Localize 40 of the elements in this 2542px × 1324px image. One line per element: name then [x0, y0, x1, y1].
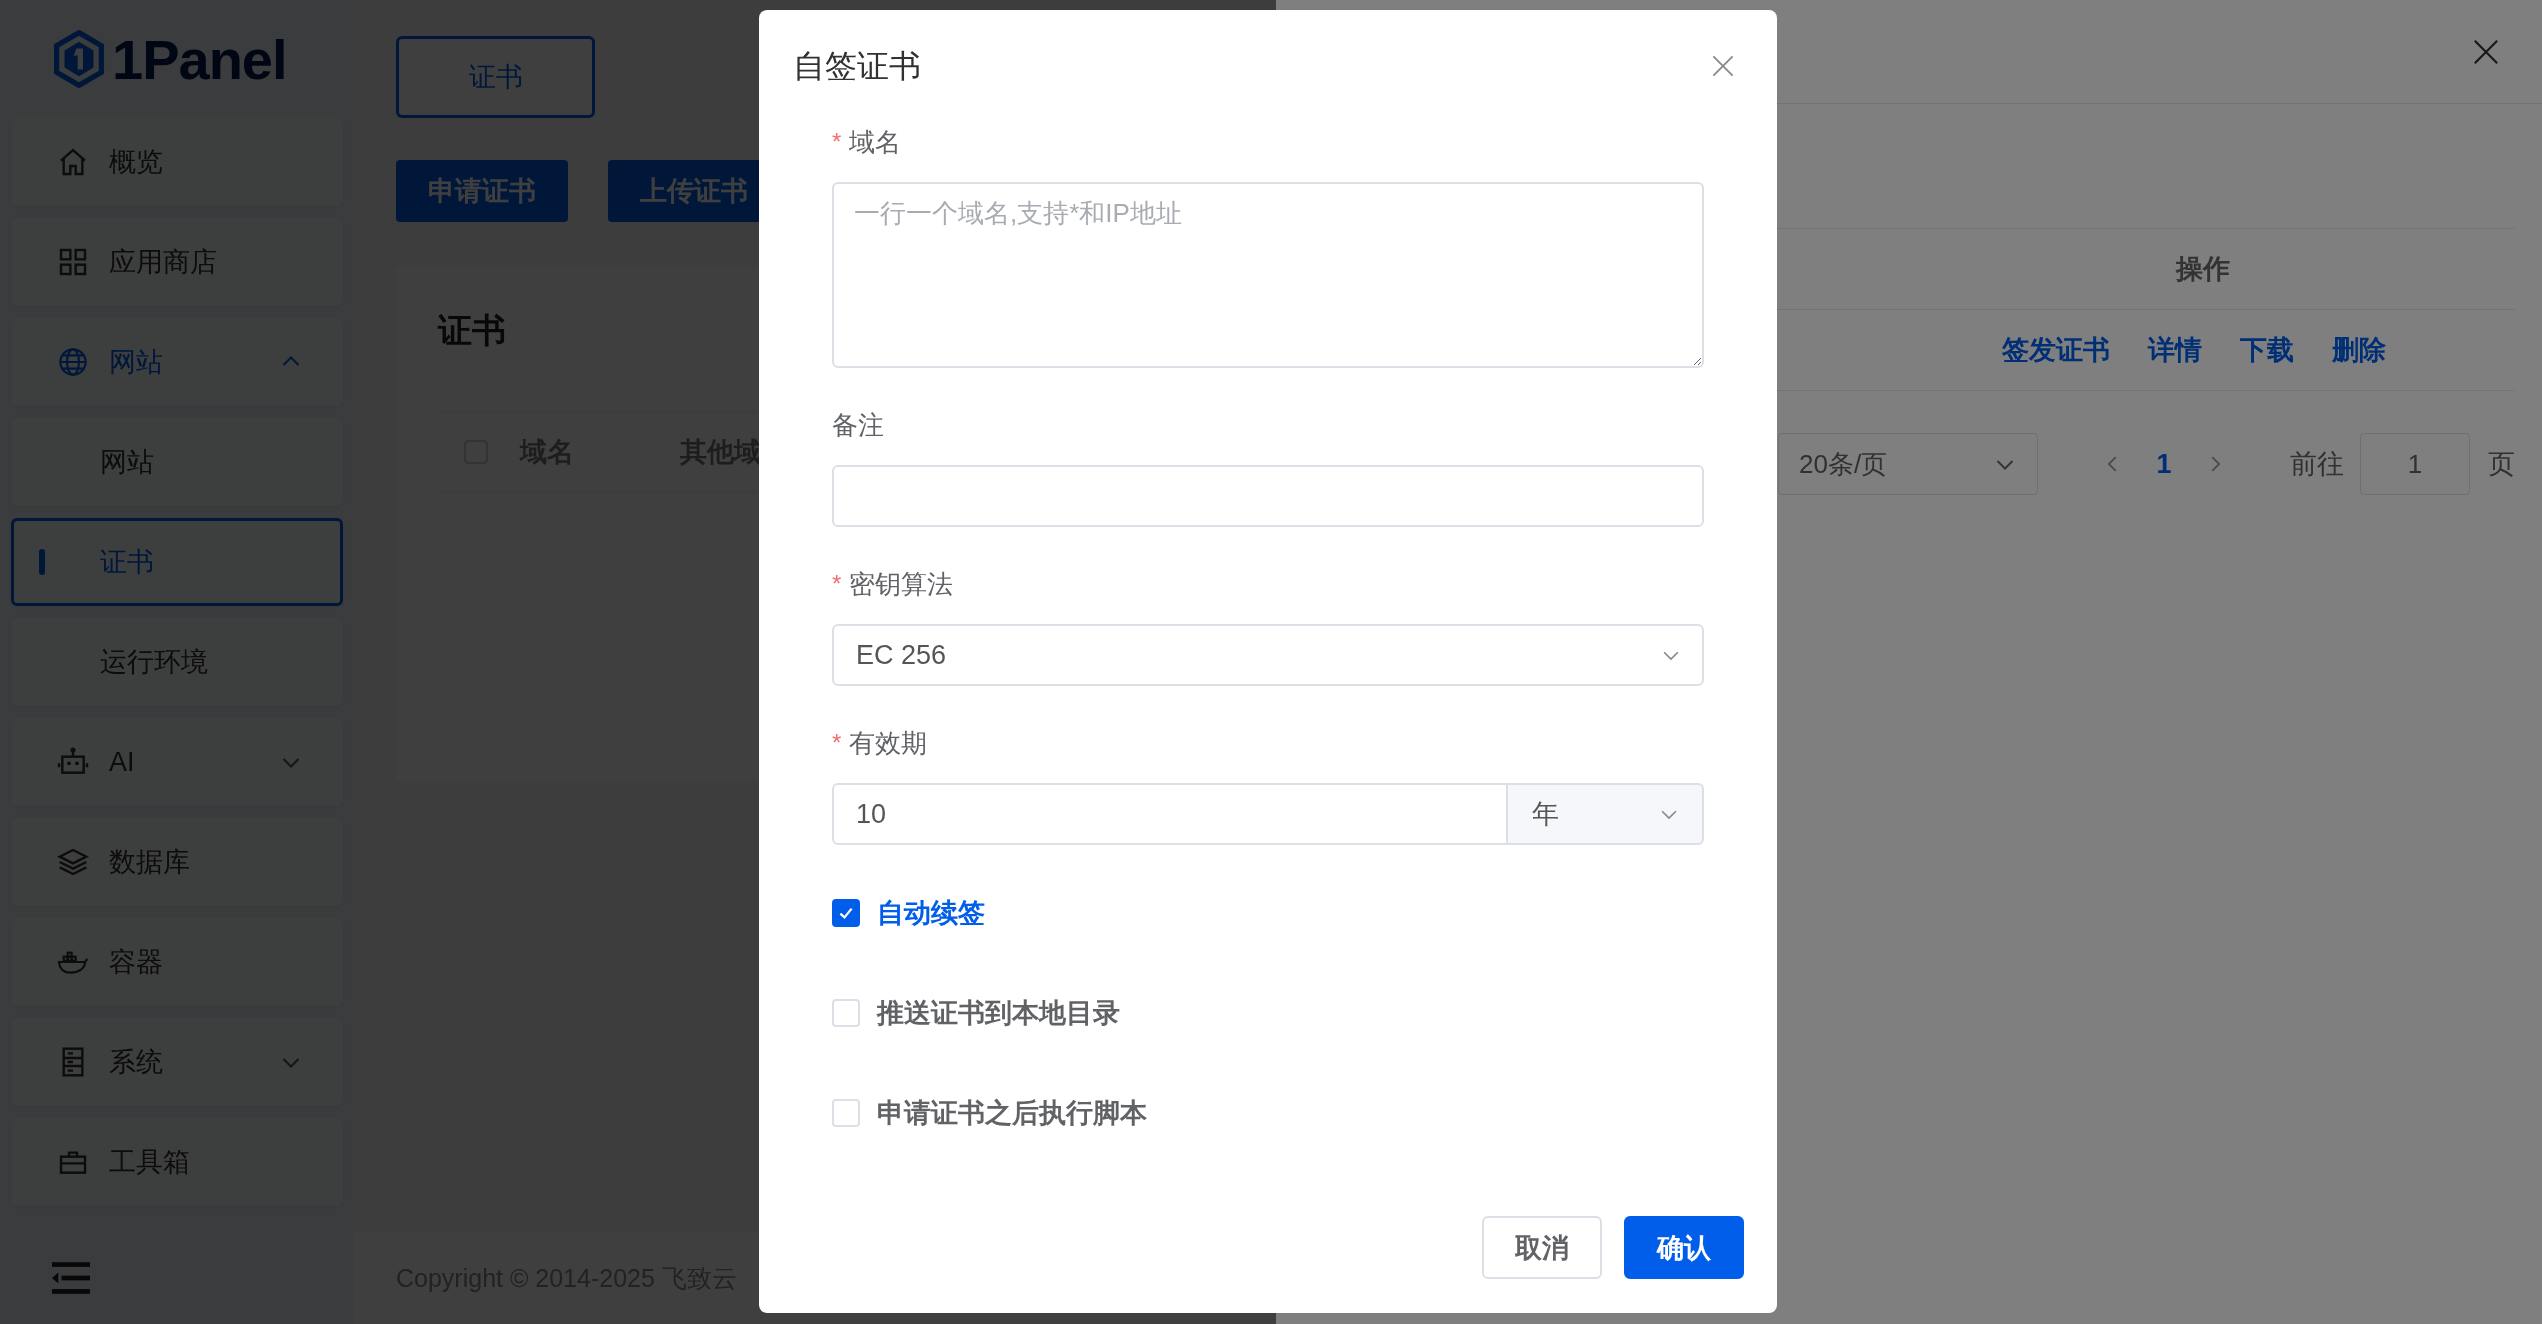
field-label: 有效期	[849, 726, 928, 760]
column-header: 操作	[2175, 253, 2230, 286]
page-size-select[interactable]: 20条/页	[1778, 433, 2038, 495]
checkbox-label: 申请证书之后执行脚本	[877, 1097, 1147, 1130]
logo-text: 1Panel	[112, 26, 287, 92]
dialog-title: 自签证书	[793, 47, 921, 86]
page-input[interactable]: 1	[2360, 433, 2470, 495]
input-field[interactable]	[832, 465, 1704, 527]
layers-icon	[57, 846, 89, 878]
globe-icon	[57, 346, 89, 378]
unit-select[interactable]: 年	[1508, 783, 1704, 845]
confirm-button[interactable]: 确认	[1624, 1216, 1744, 1279]
page-suffix: 页	[2488, 448, 2515, 481]
close-icon[interactable]	[2472, 37, 2500, 66]
checkbox-label: 推送证书到本地目录	[877, 997, 1120, 1030]
required-mark: *	[832, 729, 842, 757]
field-label: 密钥算法	[849, 567, 954, 601]
close-icon[interactable]	[1711, 54, 1735, 78]
select-field[interactable]: EC 256	[832, 624, 1704, 686]
row-action-link[interactable]: 详情	[2148, 332, 2202, 368]
tab[interactable]: 证书	[396, 36, 595, 118]
required-mark: *	[832, 128, 842, 156]
row-action-link[interactable]: 下载	[2240, 332, 2294, 368]
menu-item[interactable]: 网站	[11, 318, 343, 406]
grid-icon	[57, 246, 89, 278]
logo-icon	[52, 30, 106, 88]
required-mark: *	[832, 570, 842, 598]
submenu-item[interactable]: 证书	[11, 518, 343, 606]
domain-textarea[interactable]: 一行一个域名,支持*和IP地址	[832, 182, 1704, 368]
field-label: 域名	[849, 125, 902, 159]
row-action-link[interactable]: 签发证书	[2002, 332, 2110, 368]
period-input[interactable]: 10	[832, 783, 1508, 845]
checkbox-label: 自动续签	[877, 897, 985, 930]
row-action-link[interactable]: 删除	[2332, 332, 2386, 368]
goto-label: 前往	[2290, 448, 2344, 481]
checkbox[interactable]	[832, 899, 860, 927]
field-label: 备注	[832, 408, 884, 442]
cancel-button[interactable]: 取消	[1482, 1216, 1602, 1279]
page-number[interactable]: 1	[2144, 448, 2184, 480]
menu-icon[interactable]	[52, 1262, 90, 1294]
